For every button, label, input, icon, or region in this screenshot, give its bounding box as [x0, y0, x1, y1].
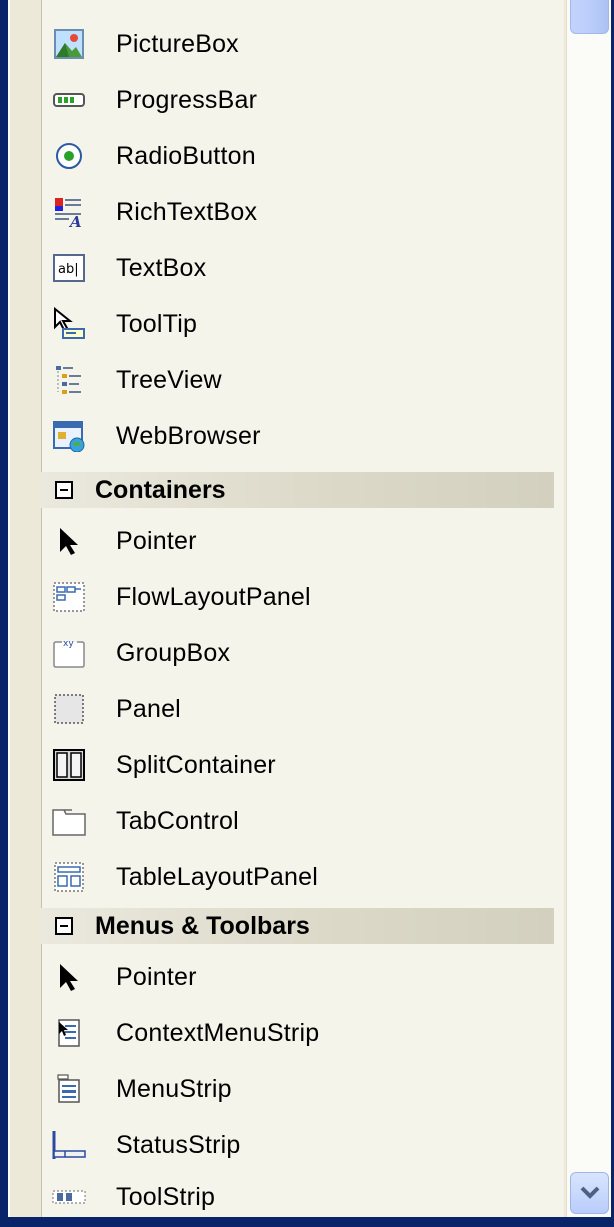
- toolbox-item-webbrowser[interactable]: WebBrowser: [47, 411, 553, 461]
- flowlayoutpanel-icon: [52, 580, 86, 614]
- toolbox-item-label: TableLayoutPanel: [116, 862, 318, 891]
- toolbox-item-picturebox[interactable]: PictureBox: [47, 19, 553, 69]
- toolbox-item-contextmenustrip[interactable]: ContextMenuStrip: [47, 1008, 553, 1058]
- collapse-icon[interactable]: [55, 917, 73, 935]
- splitcontainer-icon: [52, 748, 86, 782]
- toolbox-item-label: TreeView: [116, 365, 222, 394]
- contextmenustrip-icon: [52, 1016, 86, 1050]
- webbrowser-icon: [52, 419, 86, 453]
- toolbox-item-pointer[interactable]: Pointer: [47, 952, 553, 1002]
- picturebox-icon: [52, 27, 86, 61]
- toolbox-item-tabcontrol[interactable]: TabControl: [47, 796, 553, 846]
- progressbar-icon: [52, 83, 86, 117]
- radiobutton-icon: [52, 139, 86, 173]
- toolbox-item-tooltip[interactable]: ToolTip: [47, 299, 553, 349]
- pointer-icon: [52, 524, 86, 558]
- toolbox-item-label: MenuStrip: [116, 1074, 232, 1103]
- toolbox-item-label: ToolTip: [116, 309, 198, 338]
- toolbox-item-richtextbox[interactable]: A RichTextBox: [47, 187, 553, 237]
- toolstrip-icon: [52, 1180, 86, 1214]
- toolbox-item-label: ProgressBar: [116, 85, 258, 114]
- groupbox-icon: xy: [52, 636, 86, 670]
- toolbox-item-label: WebBrowser: [116, 421, 261, 450]
- toolbox-item-pointer[interactable]: Pointer: [47, 516, 553, 566]
- toolbox-item-label: ContextMenuStrip: [116, 1018, 320, 1047]
- toolbox-item-menustrip[interactable]: MenuStrip: [47, 1064, 553, 1114]
- category-header-menus-toolbars[interactable]: Menus & Toolbars: [41, 908, 554, 944]
- richtextbox-icon: A: [52, 195, 86, 229]
- toolbox-item-label: TabControl: [116, 806, 239, 835]
- chevron-down-icon: [580, 1186, 599, 1199]
- toolbox-item-label: Pointer: [116, 526, 197, 555]
- toolbox-item-label: Pointer: [116, 962, 197, 991]
- pointer-icon: [52, 960, 86, 994]
- toolbox-item-label: GroupBox: [116, 638, 231, 667]
- toolbox-item-flowlayoutpanel[interactable]: FlowLayoutPanel: [47, 572, 553, 622]
- toolbox-item-tablelayoutpanel[interactable]: TableLayoutPanel: [47, 852, 553, 902]
- textbox-icon: ab|: [52, 251, 86, 285]
- treeview-icon: [52, 363, 86, 397]
- toolbox-item-statusstrip[interactable]: StatusStrip: [47, 1120, 553, 1170]
- toolbox-item-groupbox[interactable]: xy GroupBox: [47, 628, 553, 678]
- scroll-down-button[interactable]: [570, 1172, 609, 1214]
- toolbox-item-label: FlowLayoutPanel: [116, 582, 311, 611]
- menustrip-icon: [52, 1072, 86, 1106]
- tooltip-icon: [52, 307, 86, 341]
- category-title: Containers: [95, 475, 226, 504]
- svg-text:ab|: ab|: [58, 262, 79, 277]
- toolbox-item-treeview[interactable]: TreeView: [47, 355, 553, 405]
- category-header-containers[interactable]: Containers: [41, 472, 554, 508]
- toolbox-item-label: TextBox: [116, 253, 207, 282]
- category-title: Menus & Toolbars: [95, 911, 310, 940]
- svg-text:xy: xy: [63, 639, 74, 649]
- svg-text:A: A: [68, 213, 82, 228]
- toolbox-item-progressbar[interactable]: ProgressBar: [47, 75, 553, 125]
- toolbox-item-label: PictureBox: [116, 29, 239, 58]
- toolbox-item-label: Panel: [116, 694, 181, 723]
- toolbox-item-label: SplitContainer: [116, 750, 276, 779]
- toolbox-item-splitcontainer[interactable]: SplitContainer: [47, 740, 553, 790]
- toolbox-item-label: ToolStrip: [116, 1182, 216, 1211]
- tablelayoutpanel-icon: [52, 860, 86, 894]
- toolbox-item-panel[interactable]: Panel: [47, 684, 553, 734]
- window-bottom-border: [8, 1217, 609, 1227]
- vertical-scrollbar[interactable]: [566, 0, 611, 1217]
- toolbox-item-label: RichTextBox: [116, 197, 258, 226]
- toolbox-item-textbox[interactable]: ab| TextBox: [47, 243, 553, 293]
- toolbox-item-toolstrip[interactable]: ToolStrip: [47, 1176, 553, 1218]
- tabcontrol-icon: [52, 804, 86, 838]
- toolbox-item-radiobutton[interactable]: RadioButton: [47, 131, 553, 181]
- collapse-icon[interactable]: [55, 481, 73, 499]
- panel-icon: [52, 692, 86, 726]
- statusstrip-icon: [52, 1128, 86, 1162]
- scrollbar-thumb[interactable]: [570, 0, 609, 34]
- toolbox-item-label: StatusStrip: [116, 1130, 241, 1159]
- toolbox-item-label: RadioButton: [116, 141, 256, 170]
